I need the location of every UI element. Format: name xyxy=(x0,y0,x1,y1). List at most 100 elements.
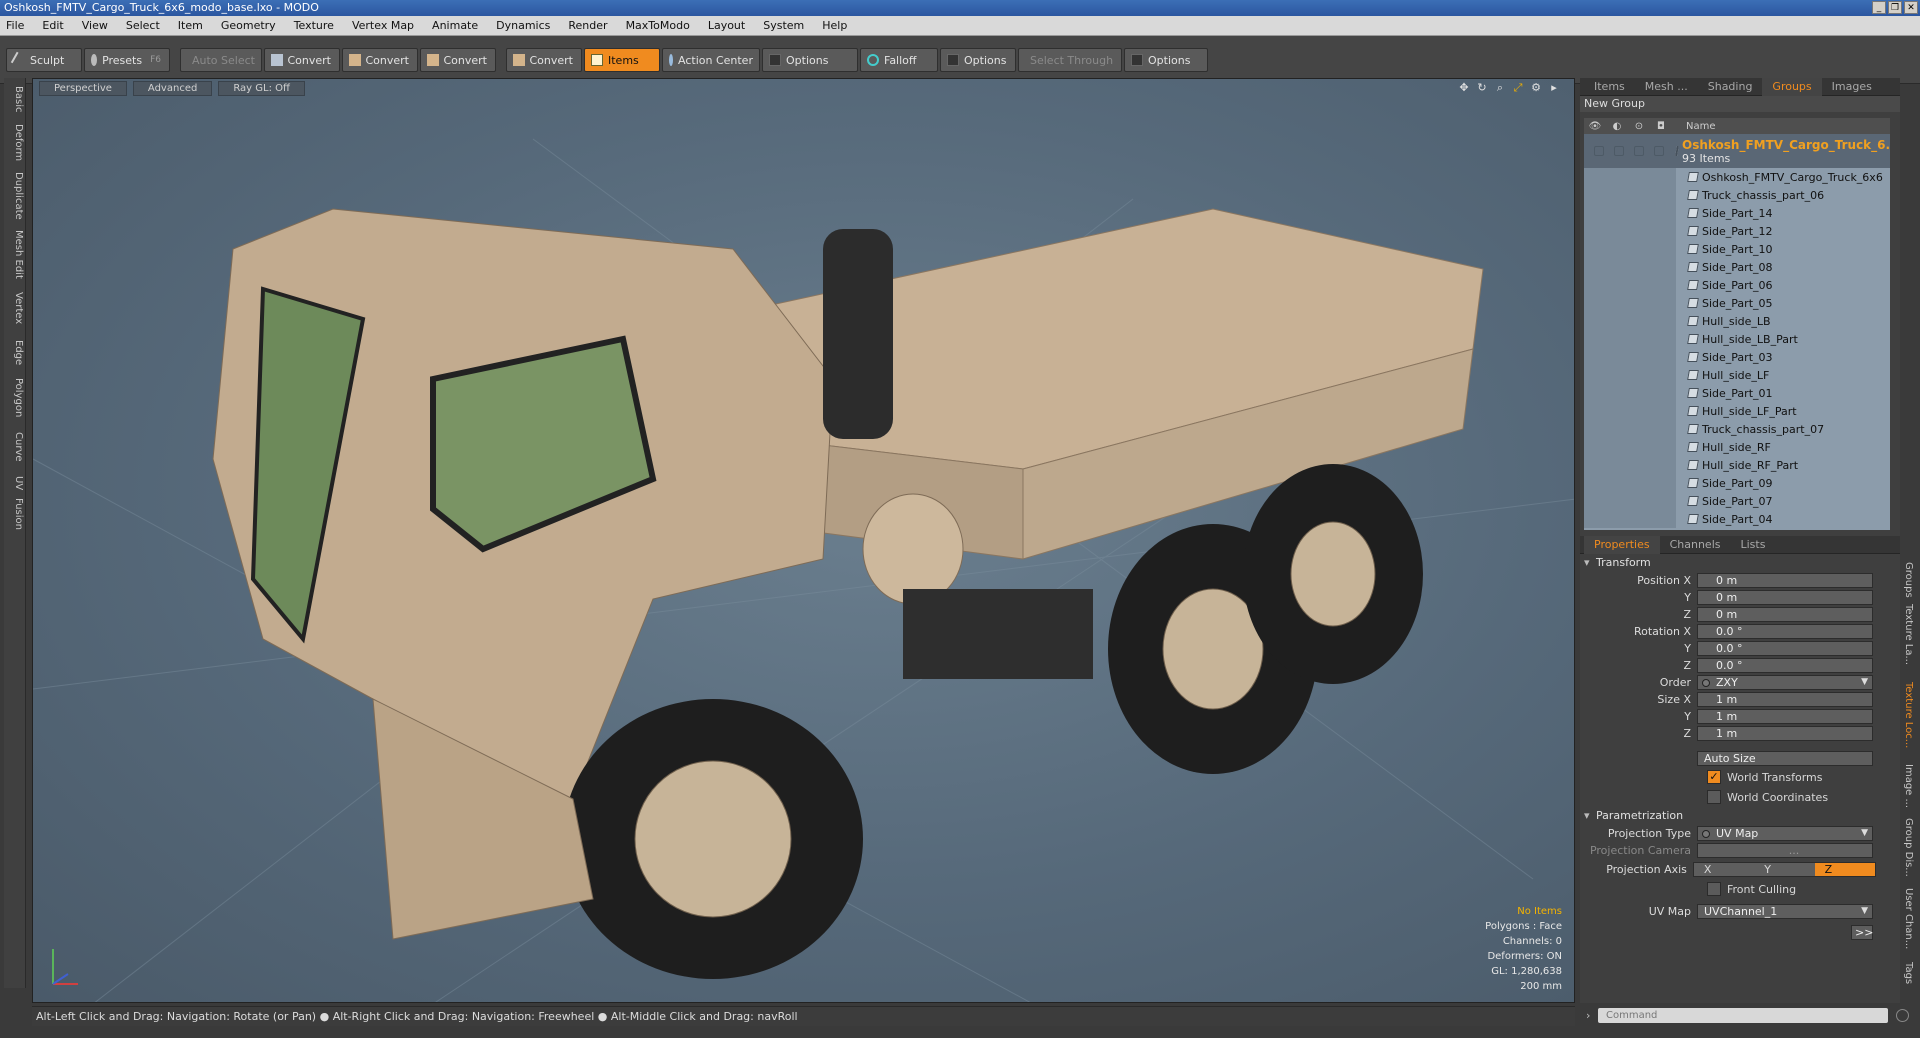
presets-button[interactable]: Presets F6 xyxy=(84,48,170,72)
action-center-button[interactable]: Action Center xyxy=(662,48,760,72)
world-coordinates-checkbox[interactable] xyxy=(1707,790,1721,804)
lock-column-icon[interactable]: ⊙ xyxy=(1628,121,1650,132)
projection-type-dropdown[interactable]: UV Map ▼ xyxy=(1697,826,1873,841)
tab-lists[interactable]: Lists xyxy=(1731,536,1776,554)
front-culling-checkbox[interactable] xyxy=(1707,882,1721,896)
projection-camera-dropdown[interactable]: ... xyxy=(1697,843,1873,858)
rotation-z-field[interactable]: 0.0 ° xyxy=(1697,658,1873,673)
shading-mode-dropdown[interactable]: Advanced xyxy=(132,80,213,96)
parametrization-section[interactable]: Parametrization xyxy=(1580,807,1876,825)
tab-vertex[interactable]: Vertex xyxy=(6,292,24,324)
more-button[interactable]: >> xyxy=(1851,925,1873,940)
menu-view[interactable]: View xyxy=(82,19,108,32)
tab-shading[interactable]: Shading xyxy=(1698,78,1763,96)
menu-geometry[interactable]: Geometry xyxy=(221,19,276,32)
position-x-field[interactable]: 0 m xyxy=(1697,573,1873,588)
list-item[interactable]: Side_Part_07 xyxy=(1584,492,1890,510)
tab-properties[interactable]: Properties xyxy=(1584,535,1660,554)
group-row[interactable]: Oshkosh_FMTV_Cargo_Truck_6... 93 Items xyxy=(1584,134,1890,168)
sculpt-button[interactable]: Sculpt xyxy=(6,48,82,72)
restore-button[interactable]: ❐ xyxy=(1888,1,1902,14)
truck-model[interactable] xyxy=(212,208,1484,979)
close-button[interactable]: ✕ xyxy=(1904,1,1918,14)
tab-basic[interactable]: Basic xyxy=(6,86,24,112)
menu-layout[interactable]: Layout xyxy=(708,19,745,32)
list-item[interactable]: Truck_chassis_part_06 xyxy=(1584,186,1890,204)
auto-select-button[interactable]: Auto Select xyxy=(180,48,262,72)
menu-file[interactable]: File xyxy=(6,19,24,32)
menu-dynamics[interactable]: Dynamics xyxy=(496,19,550,32)
tab-groups[interactable]: Groups xyxy=(1762,77,1822,96)
list-item[interactable]: Hull_side_LF_Part xyxy=(1584,402,1890,420)
tab-channels[interactable]: Channels xyxy=(1660,536,1731,554)
falloff-options-button[interactable]: Options xyxy=(940,48,1016,72)
record-icon[interactable] xyxy=(1896,1009,1909,1022)
new-group-button[interactable]: New Group xyxy=(1580,96,1900,112)
list-item[interactable]: Side_Part_08 xyxy=(1584,258,1890,276)
size-y-field[interactable]: 1 m xyxy=(1697,709,1873,724)
maximize-icon[interactable]: ⤢ xyxy=(1512,82,1524,94)
zoom-icon[interactable]: ⌕ xyxy=(1494,82,1506,94)
command-input[interactable]: Command xyxy=(1598,1008,1888,1023)
menu-texture[interactable]: Texture xyxy=(294,19,334,32)
axis-x-button[interactable]: X xyxy=(1693,862,1755,876)
menu-item[interactable]: Item xyxy=(178,19,203,32)
visibility-column-icon[interactable]: 👁 xyxy=(1584,121,1606,132)
order-dropdown[interactable]: ZXY ▼ xyxy=(1697,675,1873,690)
convert-button-4[interactable]: Convert xyxy=(506,48,582,72)
items-mode-button[interactable]: Items xyxy=(584,48,660,72)
3d-viewport[interactable]: Perspective Advanced Ray GL: Off ✥ ↻ ⌕ ⤢… xyxy=(32,78,1575,1003)
tab-tags[interactable]: Tags xyxy=(1903,962,1914,984)
settings-icon[interactable]: ⚙ xyxy=(1530,82,1542,94)
minimize-button[interactable]: _ xyxy=(1872,1,1886,14)
axis-y-button[interactable]: Y xyxy=(1754,862,1815,876)
menu-system[interactable]: System xyxy=(763,19,804,32)
render-column-icon[interactable]: ◐ xyxy=(1606,121,1628,132)
tab-fusion[interactable]: Fusion xyxy=(6,498,24,530)
tab-groups-vertical[interactable]: Groups xyxy=(1903,562,1914,598)
tab-duplicate[interactable]: Duplicate xyxy=(6,172,24,220)
convert-button-3[interactable]: Convert xyxy=(420,48,496,72)
list-item[interactable]: Hull_side_LB_Part xyxy=(1584,330,1890,348)
view-perspective-dropdown[interactable]: Perspective xyxy=(39,80,127,96)
list-item[interactable]: Hull_side_LB xyxy=(1584,312,1890,330)
tab-items[interactable]: Items xyxy=(1584,78,1635,96)
menu-maxtomodo[interactable]: MaxToModo xyxy=(626,19,690,32)
tab-user-channels[interactable]: User Chan... xyxy=(1903,888,1914,949)
list-item[interactable]: Side_Part_12 xyxy=(1584,222,1890,240)
tab-group-display[interactable]: Group Dis... xyxy=(1903,818,1914,877)
tab-mesh-edit[interactable]: Mesh Edit xyxy=(6,230,24,279)
tab-curve[interactable]: Curve xyxy=(6,432,24,462)
list-item[interactable]: Truck_chassis_part_07 xyxy=(1584,420,1890,438)
falloff-button[interactable]: Falloff xyxy=(860,48,938,72)
tab-texture-locator[interactable]: Texture Loc... xyxy=(1903,682,1914,748)
tab-image[interactable]: Image ... xyxy=(1903,764,1914,808)
pan-icon[interactable]: ✥ xyxy=(1458,82,1470,94)
transform-section[interactable]: Transform xyxy=(1580,554,1876,572)
tab-deform[interactable]: Deform xyxy=(6,124,24,161)
list-item[interactable]: Hull_side_RF xyxy=(1584,438,1890,456)
world-transforms-checkbox[interactable]: ✓ xyxy=(1707,770,1721,784)
list-item[interactable]: Hull_side_LF xyxy=(1584,366,1890,384)
list-item[interactable]: Side_Part_04 xyxy=(1584,510,1890,528)
menu-animate[interactable]: Animate xyxy=(432,19,478,32)
axis-z-button[interactable]: Z xyxy=(1814,862,1875,876)
position-z-field[interactable]: 0 m xyxy=(1697,607,1873,622)
tab-mesh[interactable]: Mesh ... xyxy=(1635,78,1698,96)
size-z-field[interactable]: 1 m xyxy=(1697,726,1873,741)
convert-button-2[interactable]: Convert xyxy=(342,48,418,72)
list-item[interactable]: Side_Part_05 xyxy=(1584,294,1890,312)
tab-polygon[interactable]: Polygon xyxy=(6,378,24,417)
tab-edge[interactable]: Edge xyxy=(6,340,24,365)
tab-texture-layers[interactable]: Texture La... xyxy=(1903,604,1914,665)
menu-edit[interactable]: Edit xyxy=(42,19,63,32)
menu-vertex-map[interactable]: Vertex Map xyxy=(352,19,414,32)
tab-images[interactable]: Images xyxy=(1822,78,1882,96)
action-center-options-button[interactable]: Options xyxy=(762,48,858,72)
rotation-x-field[interactable]: 0.0 ° xyxy=(1697,624,1873,639)
list-item[interactable]: Side_Part_06 xyxy=(1584,276,1890,294)
viewport-menu-arrow-icon[interactable]: ▸ xyxy=(1548,82,1560,94)
list-item[interactable]: Side_Part_03 xyxy=(1584,348,1890,366)
rotation-y-field[interactable]: 0.0 ° xyxy=(1697,641,1873,656)
position-y-field[interactable]: 0 m xyxy=(1697,590,1873,605)
